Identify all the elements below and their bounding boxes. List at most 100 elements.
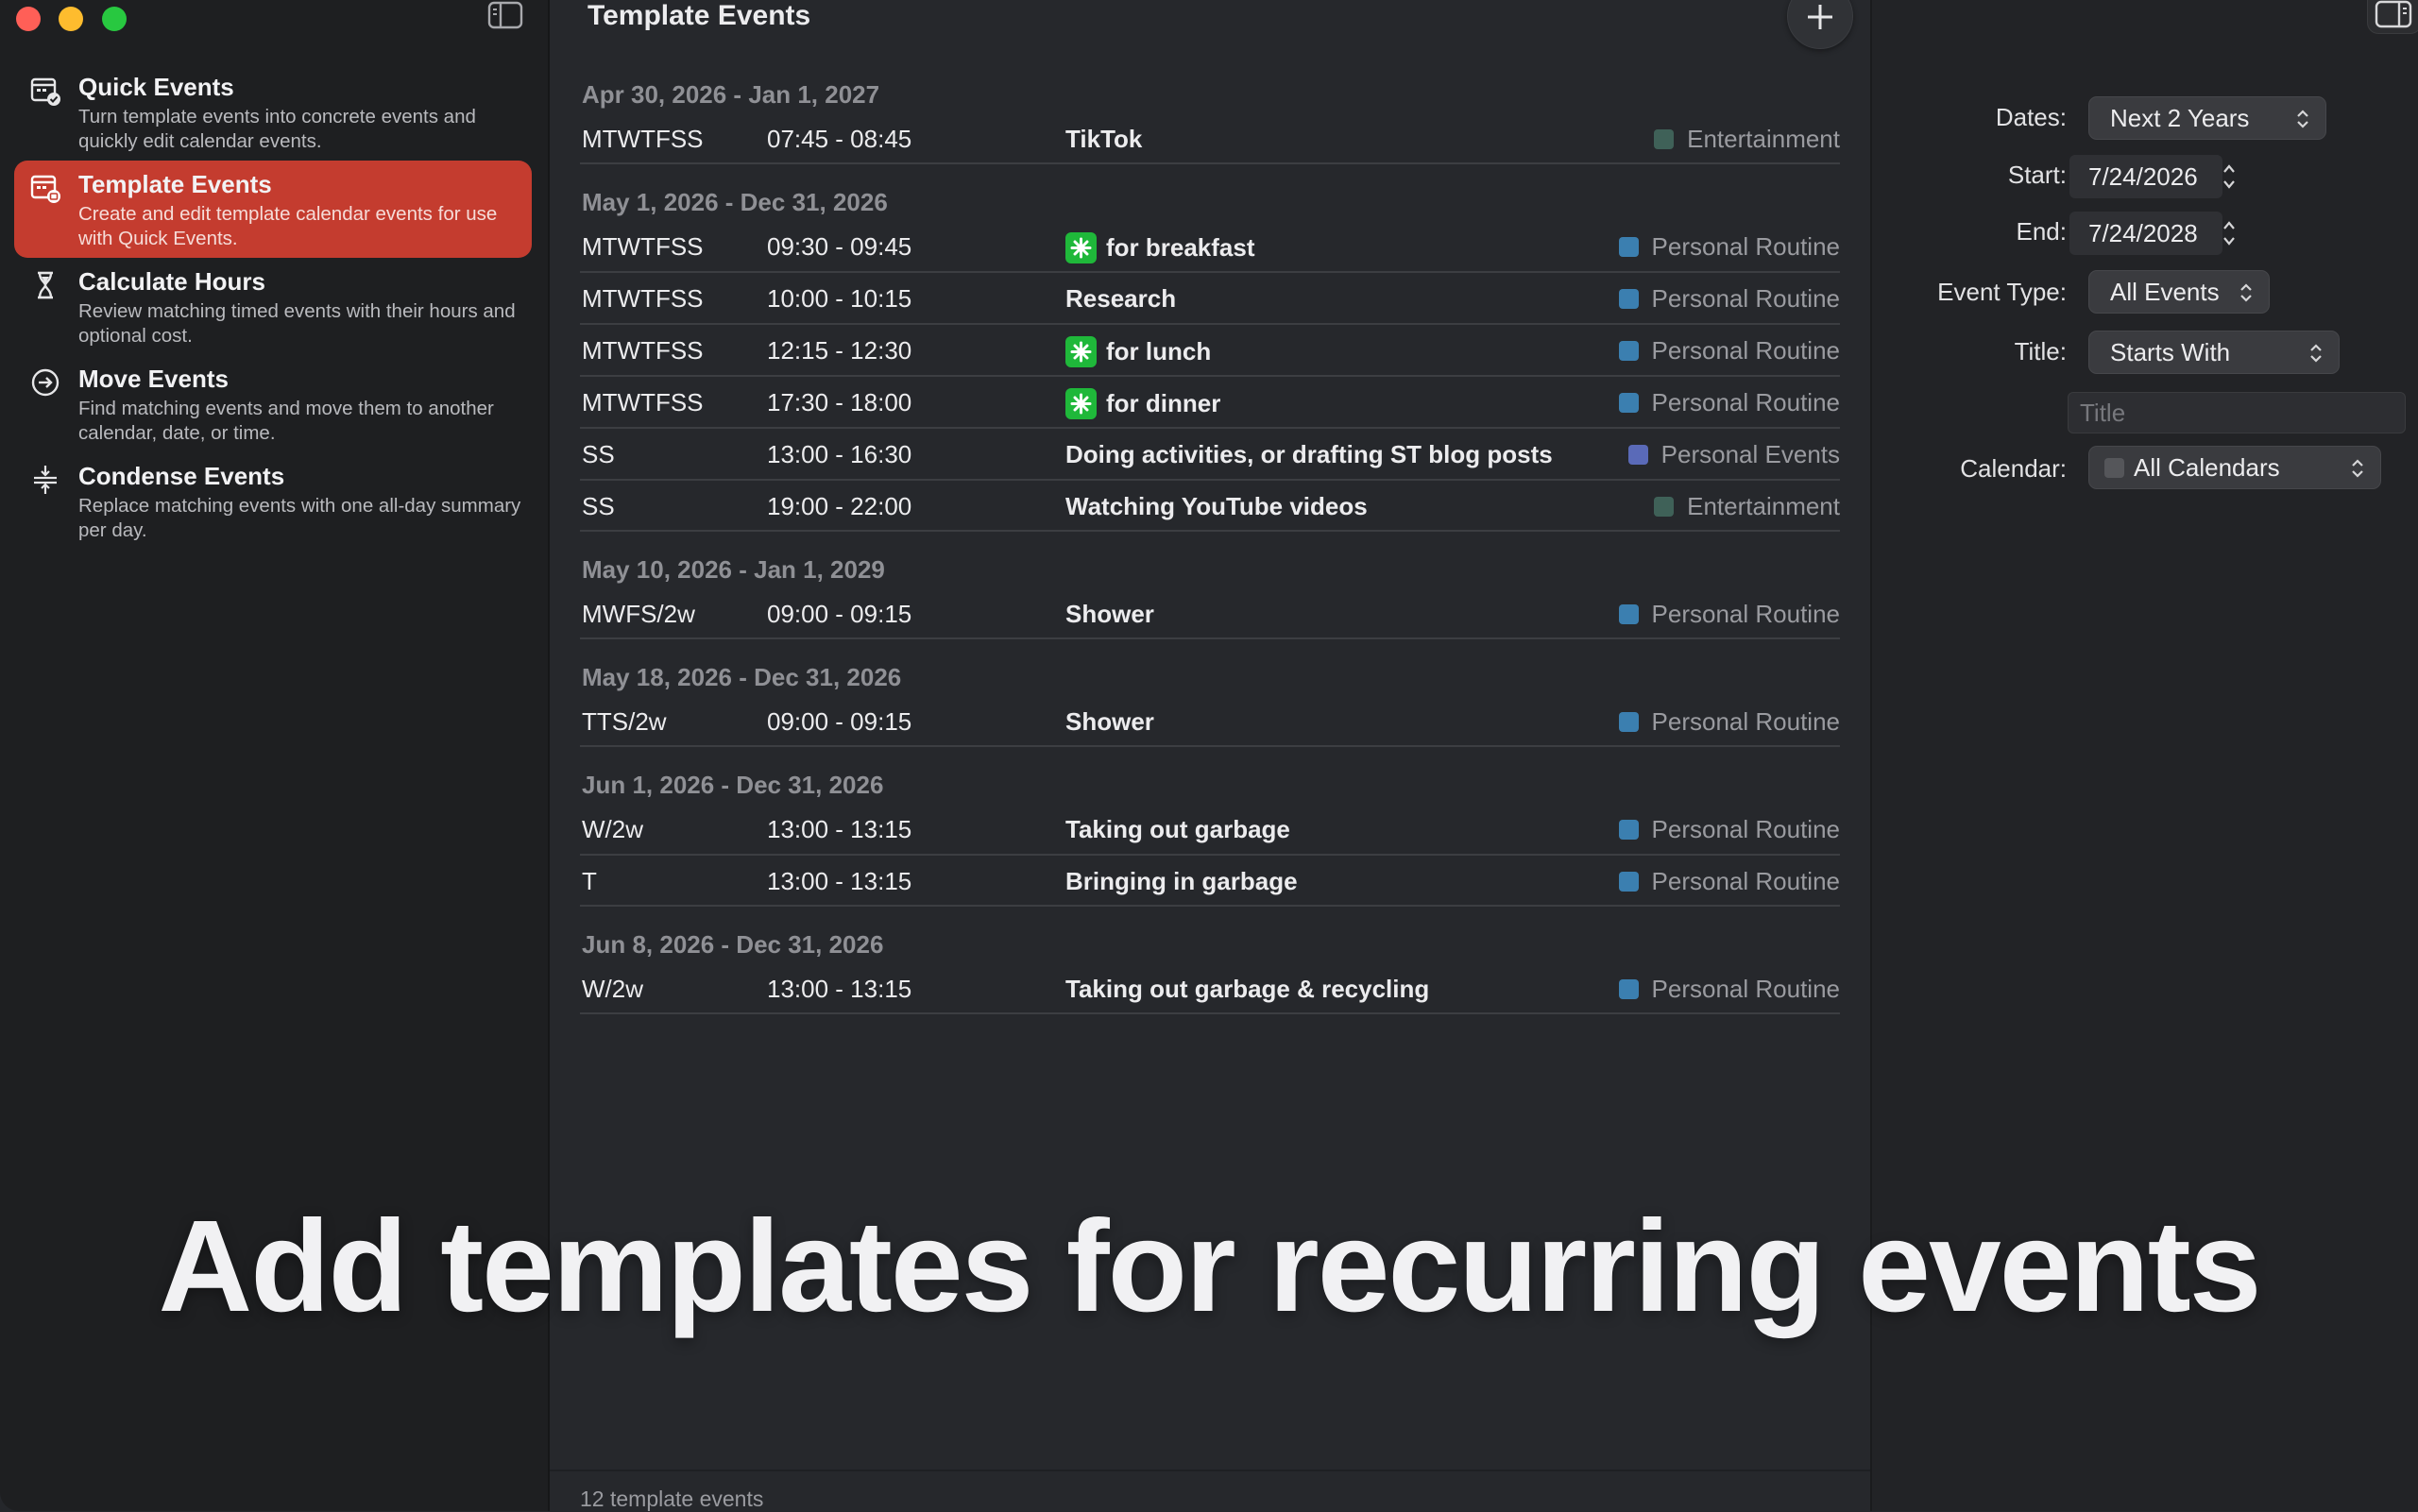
- sidebar-item-title: Condense Events: [78, 462, 285, 490]
- table-row[interactable]: SS 19:00 - 22:00 Watching YouTube videos En…: [580, 481, 1840, 532]
- title-label: Title:: [2014, 337, 2067, 365]
- calendar-color-swatch: [1618, 712, 1639, 732]
- time-range: 09:00 - 09:15: [767, 600, 912, 628]
- calendar-name: Personal Routine: [1651, 815, 1840, 843]
- calendar-color-swatch: [1618, 604, 1639, 624]
- event-title-text: Shower: [1065, 600, 1154, 628]
- group-gap: [580, 907, 1840, 926]
- table-row[interactable]: MWFS/2w 09:00 - 09:15 Shower Personal Routi…: [580, 588, 1840, 639]
- event-title: for lunch: [1065, 336, 1211, 367]
- table-row[interactable]: MTWTFSS 12:15 - 12:30 for lunch Personal Ro…: [580, 325, 1840, 377]
- sidebar-item-title: Move Events: [78, 365, 229, 393]
- recurrence-days: MTWTFSS: [582, 125, 704, 153]
- group-gap: [580, 747, 1840, 766]
- event-type-popup[interactable]: All Events: [2088, 270, 2270, 314]
- event-calendar: Personal Routine: [1618, 600, 1840, 629]
- title-mode-value: Starts With: [2110, 337, 2231, 366]
- time-range: 10:00 - 10:15: [767, 284, 912, 313]
- start-date-stepper[interactable]: [2220, 160, 2239, 194]
- table-row[interactable]: TTS/2w 09:00 - 09:15 Shower Personal Routin…: [580, 696, 1840, 747]
- event-title: Watching YouTube videos: [1065, 492, 1368, 521]
- event-title: Doing activities, or drafting ST blog po…: [1065, 440, 1553, 469]
- event-title: for dinner: [1065, 388, 1220, 419]
- recurrence-days: MWFS/2w: [582, 600, 695, 628]
- calendar-name: Personal Routine: [1651, 600, 1840, 628]
- end-date-stepper[interactable]: [2220, 216, 2239, 250]
- sparkle-icon: [1065, 336, 1097, 367]
- recurrence-days: T: [582, 867, 597, 895]
- start-label: Start:: [2007, 161, 2067, 189]
- group-gap: [580, 164, 1840, 183]
- calendar-name: Personal Routine: [1651, 707, 1840, 736]
- sidebar-item-calculate-hours[interactable]: Calculate Hours Review matching timed ev…: [14, 258, 532, 355]
- inspector-toggle-button[interactable]: [2367, 0, 2418, 34]
- hourglass-icon: [38, 271, 53, 299]
- dates-popup[interactable]: Next 2 Years: [2088, 96, 2326, 140]
- sidebar-item-title: Template Events: [78, 170, 272, 198]
- sidebar-item-title: Quick Events: [78, 73, 234, 101]
- event-title: TikTok: [1065, 125, 1142, 154]
- end-date-field[interactable]: 7/24/2028: [2069, 212, 2222, 255]
- recurrence-days: MTWTFSS: [582, 232, 704, 261]
- event-title: Shower: [1065, 707, 1154, 737]
- table-row[interactable]: T 13:00 - 13:15 Bringing in garbage Persona…: [580, 856, 1840, 907]
- template-count: 12 template events: [580, 1487, 764, 1511]
- calendar-name: Entertainment: [1687, 492, 1840, 520]
- calendar-check-icon: [30, 77, 60, 106]
- condense-icon: [34, 466, 57, 494]
- calendar-color-swatch: [1618, 820, 1639, 840]
- title-input[interactable]: [2068, 392, 2406, 433]
- time-range: 09:00 - 09:15: [767, 707, 912, 736]
- time-range: 07:45 - 08:45: [767, 125, 912, 153]
- calendar-name: Entertainment: [1687, 125, 1840, 153]
- window-minimize-button[interactable]: [59, 7, 83, 31]
- sidebar-item-template-events[interactable]: Template Events Create and edit template…: [14, 161, 532, 258]
- calendar-name: Personal Routine: [1651, 388, 1840, 416]
- event-title-text: Bringing in garbage: [1065, 867, 1298, 895]
- window-close-button[interactable]: [16, 7, 41, 31]
- event-calendar: Personal Routine: [1618, 867, 1840, 896]
- time-range: 12:15 - 12:30: [767, 336, 912, 365]
- event-type-label: Event Type:: [1937, 278, 2067, 306]
- event-title: Research: [1065, 284, 1176, 314]
- calendar-color-swatch: [1654, 497, 1675, 517]
- sidebar-item-move-events[interactable]: Move Events Find matching events and mov…: [14, 355, 532, 452]
- table-row[interactable]: W/2w 13:00 - 13:15 Taking out garbage Perso…: [580, 804, 1840, 856]
- calendar-name: Personal Routine: [1651, 975, 1840, 1003]
- date-range-header: May 1, 2026 - Dec 31, 2026: [582, 188, 888, 216]
- date-range-header: May 18, 2026 - Dec 31, 2026: [582, 663, 902, 691]
- sidebar-item-condense-events[interactable]: Condense Events Replace matching events …: [14, 452, 532, 550]
- window-zoom-button[interactable]: [102, 7, 127, 31]
- title-mode-popup[interactable]: Starts With: [2088, 331, 2340, 374]
- event-calendar: Entertainment: [1654, 125, 1840, 154]
- start-date-field[interactable]: 7/24/2026: [2069, 155, 2222, 198]
- event-title-text: Doing activities, or drafting ST blog po…: [1065, 440, 1553, 468]
- add-template-button[interactable]: [1787, 0, 1853, 49]
- table-row[interactable]: W/2w 13:00 - 13:15 Taking out garbage & re…: [580, 963, 1840, 1014]
- calendar-name: Personal Routine: [1651, 232, 1840, 261]
- table-row[interactable]: MTWTFSS 17:30 - 18:00 for dinner Personal R…: [580, 377, 1840, 429]
- recurrence-days: MTWTFSS: [582, 388, 704, 416]
- calendar-color-swatch: [1618, 979, 1639, 999]
- date-range-header: Jun 8, 2026 - Dec 31, 2026: [582, 930, 884, 959]
- sidebar-item-description: Review matching timed events with their …: [78, 300, 516, 347]
- calendar-popup[interactable]: All Calendars: [2088, 446, 2381, 489]
- event-calendar: Personal Routine: [1618, 388, 1840, 417]
- chevron-updown-icon: [2297, 110, 2308, 128]
- table-row[interactable]: SS 13:00 - 16:30 Doing activities, or draf…: [580, 429, 1840, 481]
- calendar-color-swatch: [1618, 341, 1639, 361]
- table-row[interactable]: MTWTFSS 09:30 - 09:45 for breakfast Persona…: [580, 221, 1840, 273]
- sidebar-toggle-icon[interactable]: [487, 0, 523, 30]
- event-calendar: Personal Routine: [1618, 232, 1840, 262]
- calendar-swatch: [2104, 457, 2124, 478]
- table-row[interactable]: MTWTFSS 07:45 - 08:45 TikTok Entertainment: [580, 113, 1840, 164]
- event-calendar: Personal Routine: [1618, 975, 1840, 1004]
- calendar-color-swatch: [1618, 289, 1639, 309]
- event-title: Shower: [1065, 600, 1154, 629]
- table-row[interactable]: MTWTFSS 10:00 - 10:15 Research Personal Rou…: [580, 273, 1840, 325]
- chevron-updown-icon: [2310, 344, 2322, 363]
- event-calendar: Entertainment: [1654, 492, 1840, 521]
- sidebar-item-quick-events[interactable]: Quick Events Turn template events into c…: [14, 63, 532, 161]
- sparkle-icon: [1065, 232, 1097, 263]
- calendar-color-swatch: [1627, 445, 1648, 465]
